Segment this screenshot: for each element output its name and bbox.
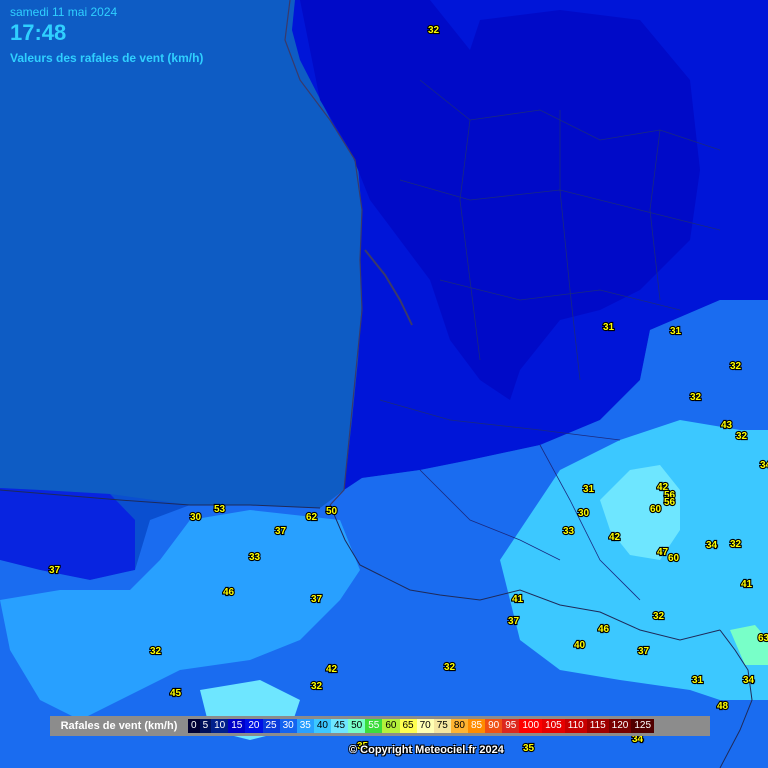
legend-swatch: 45 — [331, 719, 349, 733]
legend-swatch: 70 — [416, 719, 434, 733]
legend-swatch: 65 — [399, 719, 417, 733]
legend-swatch: 110 — [564, 719, 587, 733]
gust-value: 32 — [428, 25, 440, 36]
legend-swatch: 120 — [608, 719, 632, 733]
map-time: 17:48 — [10, 20, 67, 45]
gust-value: 33 — [563, 526, 575, 537]
gust-value: 31 — [692, 675, 704, 686]
gust-value: 37 — [311, 594, 323, 605]
legend-swatch: 10 — [211, 719, 229, 733]
legend-swatches: 0 5 10 15 20 25 30 35 40 45 50 55 60 65 70 75 80 85 90 95 10… — [188, 719, 655, 733]
legend-swatch: 40 — [313, 719, 331, 733]
gust-value: 30 — [578, 508, 590, 519]
legend-swatch: 80 — [450, 719, 468, 733]
gust-value: 35 — [523, 743, 535, 754]
gust-value: 53 — [214, 504, 226, 515]
legend-swatch: 25 — [262, 719, 280, 733]
gust-value: 37 — [49, 565, 61, 576]
legend-swatch: 75 — [433, 719, 451, 733]
ocean-area — [0, 0, 362, 508]
legend-swatch: 85 — [468, 719, 486, 733]
gust-value: 46 — [598, 624, 610, 635]
copyright-text: © Copyright Meteociel.fr 2024 — [349, 744, 504, 756]
gust-value: 60 — [650, 504, 662, 515]
gust-value: 46 — [223, 587, 235, 598]
gust-value: 32 — [444, 662, 456, 673]
gust-value: 30 — [190, 512, 202, 523]
map-date: samedi 11 mai 2024 — [10, 5, 118, 19]
gust-value: 42 — [609, 532, 621, 543]
gust-value: 34 — [706, 540, 718, 551]
gust-value: 56 — [664, 497, 676, 508]
gust-value: 47 — [657, 547, 669, 558]
gust-value: 50 — [326, 506, 338, 517]
wind-gust-map: 32 31 31 32 32 43 32 34 42 31 30 56 56 6… — [0, 0, 768, 768]
legend-swatch: 115 — [586, 719, 609, 733]
legend-swatch: 5 — [199, 719, 212, 733]
legend-swatch: 125 — [631, 719, 655, 733]
map-subtitle: Valeurs des rafales de vent (km/h) — [10, 51, 204, 65]
legend-swatch: 95 — [502, 719, 520, 733]
gust-value: 62 — [306, 512, 318, 523]
legend-swatch: 30 — [279, 719, 297, 733]
legend-swatch: 60 — [382, 719, 400, 733]
legend-swatch: 35 — [296, 719, 314, 733]
gust-value: 40 — [574, 640, 586, 651]
gust-value: 43 — [721, 420, 733, 431]
gust-value: 31 — [670, 326, 682, 337]
gust-value: 31 — [583, 484, 595, 495]
gust-value: 37 — [275, 526, 287, 537]
legend-swatch: 90 — [485, 719, 503, 733]
gust-value: 32 — [730, 361, 742, 372]
legend-swatch: 20 — [245, 719, 263, 733]
gust-value: 37 — [508, 616, 520, 627]
legend-swatch: 15 — [228, 719, 246, 733]
gust-value: 41 — [512, 594, 524, 605]
legend-swatch: 105 — [542, 719, 565, 733]
legend-swatch: 50 — [348, 719, 366, 733]
legend-swatch: 0 — [188, 719, 200, 733]
gust-value: 31 — [603, 322, 615, 333]
legend-title: Rafales de vent (km/h) — [60, 720, 178, 732]
gust-value: 32 — [730, 539, 742, 550]
legend-swatch: 55 — [365, 719, 383, 733]
legend-swatch: 100 — [519, 719, 543, 733]
color-legend: Rafales de vent (km/h) 0 5 10 15 20 25 30 35 40 4… — [50, 716, 710, 736]
gust-value: 34 — [743, 675, 755, 686]
gust-value: 41 — [741, 579, 753, 590]
gust-value: 37 — [638, 646, 650, 657]
gust-value: 32 — [311, 681, 323, 692]
gust-value: 32 — [690, 392, 702, 403]
gust-value: 34 — [760, 460, 768, 471]
gust-value: 42 — [326, 664, 338, 675]
gust-value: 60 — [668, 553, 680, 564]
gust-value: 33 — [249, 552, 261, 563]
gust-value: 45 — [170, 688, 182, 699]
gust-value: 32 — [150, 646, 162, 657]
gust-value: 48 — [717, 701, 729, 712]
gust-value: 63 — [758, 633, 768, 644]
gust-value: 32 — [736, 431, 748, 442]
gust-value: 32 — [653, 611, 665, 622]
